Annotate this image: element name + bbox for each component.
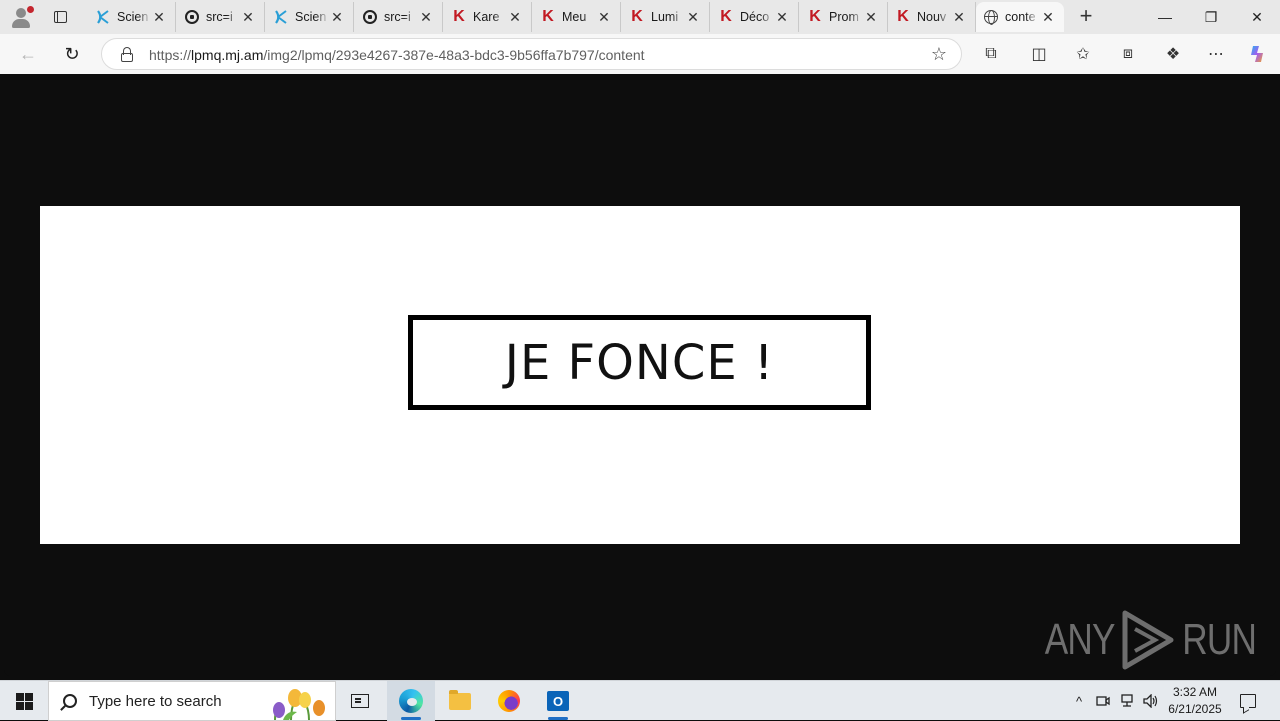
k-logo-icon: K	[897, 8, 909, 25]
tab-title: Nouv	[917, 10, 947, 24]
k-logo-icon: K	[720, 8, 732, 25]
notification-center-icon	[1240, 694, 1256, 708]
browser-tab[interactable]: K Nouv ✕	[888, 2, 976, 32]
kinder-science-icon	[273, 9, 289, 25]
browser-tab[interactable]: K Prom ✕	[800, 2, 888, 32]
file-explorer-icon	[449, 689, 471, 710]
close-tab-icon[interactable]: ✕	[240, 9, 256, 25]
volume-icon[interactable]	[1140, 681, 1162, 721]
close-tab-icon[interactable]: ✕	[151, 9, 167, 25]
close-tab-icon[interactable]: ✕	[863, 9, 879, 25]
clock-date: 6/21/2025	[1168, 702, 1222, 716]
url-text[interactable]: https://lpmq.mj.am/img2/lpmq/293e4267-38…	[149, 47, 645, 63]
collections-icon[interactable]: ⧈	[1115, 41, 1141, 67]
close-tab-icon[interactable]: ✕	[418, 9, 434, 25]
browser-tab[interactable]: src=i ✕	[177, 2, 265, 32]
tulip-flowers-icon	[273, 689, 325, 720]
meet-now-icon[interactable]	[1092, 681, 1114, 721]
firefox-icon	[498, 690, 520, 712]
tab-strip: Scien ✕ src=i ✕ Scien ✕ src=i ✕ K Kare ✕ K Meu ✕ K Lumi…	[0, 0, 1280, 34]
browser-tab[interactable]: conte ✕	[976, 2, 1064, 32]
k-logo-icon: K	[542, 8, 554, 25]
minimize-button[interactable]: —	[1142, 0, 1188, 34]
lock-circle-icon	[184, 9, 200, 25]
browser-tab[interactable]: K Meu ✕	[533, 2, 621, 32]
windows-taskbar: Type here to search O ^ 3:32 AM 6/21/202…	[0, 680, 1280, 721]
search-icon	[63, 694, 77, 708]
taskbar-search-box[interactable]: Type here to search	[48, 681, 336, 721]
back-button[interactable]: ←	[14, 40, 42, 68]
k-logo-icon: K	[809, 8, 821, 25]
show-hidden-icons-chevron-icon[interactable]: ^	[1068, 681, 1090, 721]
close-tab-icon[interactable]: ✕	[951, 9, 967, 25]
email-banner: JE FONCE !	[40, 206, 1240, 544]
task-view-button[interactable]	[336, 681, 384, 721]
browser-toolbar: ← ↻ https://lpmq.mj.am/img2/lpmq/293e426…	[0, 34, 1280, 74]
favorites-icon[interactable]: ✩	[1070, 41, 1096, 67]
close-tab-icon[interactable]: ✕	[774, 9, 790, 25]
globe-icon	[983, 9, 999, 25]
tab-title: conte	[1005, 10, 1036, 24]
browser-tab[interactable]: K Kare ✕	[444, 2, 532, 32]
tab-title: Meu	[562, 10, 587, 24]
windows-logo-icon	[15, 692, 33, 710]
profile-avatar-icon[interactable]	[8, 3, 36, 31]
browser-tab[interactable]: Scien ✕	[266, 2, 354, 32]
tab-title: Kare	[473, 10, 500, 24]
browser-tab[interactable]: K Lumi ✕	[622, 2, 710, 32]
k-logo-icon: K	[631, 8, 643, 25]
play-triangle-icon	[1122, 610, 1174, 670]
close-tab-icon[interactable]: ✕	[329, 9, 345, 25]
clock-time: 3:32 AM	[1172, 685, 1218, 699]
site-info-lock-icon[interactable]	[120, 47, 134, 62]
firefox-taskbar-button[interactable]	[485, 681, 533, 721]
notifications-button[interactable]	[1234, 681, 1262, 721]
extensions-icon[interactable]: ⧉	[978, 41, 1004, 67]
file-explorer-taskbar-button[interactable]	[436, 681, 484, 721]
outlook-taskbar-button[interactable]: O	[534, 681, 582, 721]
kinder-science-icon	[95, 9, 111, 25]
close-tab-icon[interactable]: ✕	[596, 9, 612, 25]
tab-actions-menu-icon[interactable]	[48, 5, 72, 29]
anyrun-watermark-logo: ANY RUN	[1036, 608, 1266, 672]
close-tab-icon[interactable]: ✕	[1040, 9, 1056, 25]
browser-essentials-icon[interactable]: ❖	[1160, 41, 1186, 67]
tab-title: src=i	[206, 10, 233, 24]
tab-title: Scien	[295, 10, 327, 24]
edge-taskbar-button[interactable]	[387, 681, 435, 721]
start-button[interactable]	[0, 681, 48, 721]
close-tab-icon[interactable]: ✕	[685, 9, 701, 25]
settings-more-icon[interactable]: ⋯	[1203, 41, 1229, 67]
address-bar[interactable]: https://lpmq.mj.am/img2/lpmq/293e4267-38…	[101, 38, 962, 70]
task-view-icon	[351, 694, 369, 708]
tab-title: src=i	[384, 10, 411, 24]
tab-title: Scien	[117, 10, 149, 24]
page-viewport: JE FONCE !	[4, 74, 1276, 676]
tab-title: Déco	[740, 10, 770, 24]
je-fonce-button[interactable]: JE FONCE !	[408, 315, 871, 410]
edge-browser-icon	[399, 689, 423, 713]
tab-title: Lumi	[651, 10, 679, 24]
new-tab-button[interactable]: +	[1074, 5, 1098, 29]
k-logo-icon: K	[453, 8, 465, 25]
close-window-button[interactable]: ✕	[1234, 0, 1280, 34]
outlook-icon: O	[547, 691, 569, 711]
maximize-button[interactable]: ❐	[1188, 0, 1234, 34]
reload-button[interactable]: ↻	[58, 40, 86, 68]
add-favorite-star-icon[interactable]: ☆	[931, 44, 947, 65]
network-icon[interactable]	[1116, 681, 1138, 721]
copilot-icon[interactable]	[1244, 41, 1270, 67]
browser-tab[interactable]: src=i ✕	[355, 2, 443, 32]
system-clock[interactable]: 3:32 AM 6/21/2025	[1160, 684, 1230, 718]
close-tab-icon[interactable]: ✕	[507, 9, 523, 25]
browser-tab[interactable]: K Déco ✕	[711, 2, 799, 32]
tab-title: Prom	[829, 10, 859, 24]
browser-tab[interactable]: Scien ✕	[88, 2, 176, 32]
split-screen-icon[interactable]: ◫	[1026, 41, 1052, 67]
lock-circle-icon	[362, 9, 378, 25]
